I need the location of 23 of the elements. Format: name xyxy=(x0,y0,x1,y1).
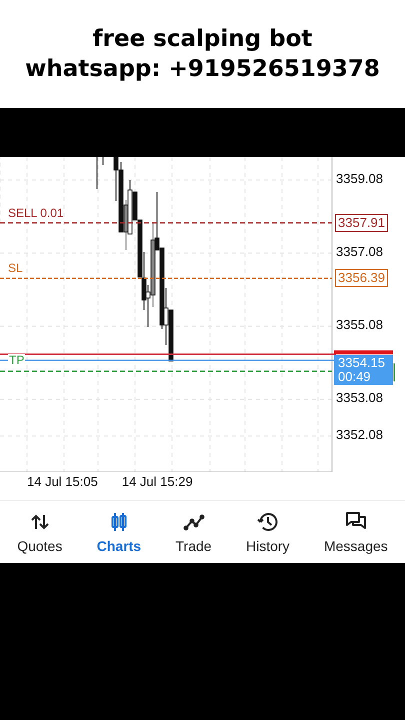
order-line-label: SELL 0.01 xyxy=(8,206,64,220)
nav-tab[interactable]: Trade xyxy=(176,510,212,554)
order-line-label: SL xyxy=(8,261,23,276)
bid-price-box xyxy=(334,350,393,354)
time-label: 14 Jul 15:29 xyxy=(122,474,193,489)
time-label: 14 Jul 15:05 xyxy=(27,474,98,489)
price-tick: 3355.08 xyxy=(336,317,383,332)
order-price-box: 3357.91 xyxy=(335,214,388,232)
nav-tab[interactable]: History xyxy=(246,510,290,554)
price-tick: 3353.08 xyxy=(336,390,383,406)
price-tick: 3359.08 xyxy=(336,171,383,186)
price-tick: 3357.08 xyxy=(336,244,383,260)
price-tick: 3352.08 xyxy=(336,427,383,442)
nav-tab[interactable]: Quotes xyxy=(17,510,62,554)
history-icon xyxy=(256,510,280,534)
nav-tab[interactable]: Charts xyxy=(96,510,142,554)
take-profit-label: TP xyxy=(8,354,26,366)
banner-text: whatsapp: +919526519378 xyxy=(25,55,380,84)
ask-price: 3354.15 xyxy=(338,356,386,370)
stop-loss-price-box: 3356.39 xyxy=(335,269,388,288)
bar-timer: 00:49 xyxy=(338,370,372,384)
nav-tab[interactable]: Messages xyxy=(324,510,388,554)
banner-text: free scalping bot xyxy=(92,25,312,54)
